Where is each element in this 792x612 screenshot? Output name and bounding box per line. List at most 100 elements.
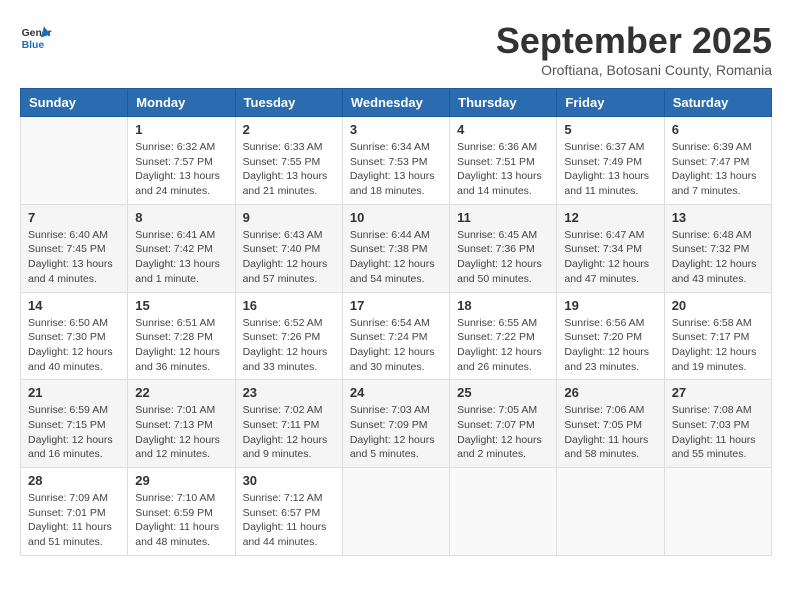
- day-info: Sunrise: 6:36 AMSunset: 7:51 PMDaylight:…: [457, 140, 549, 199]
- day-number: 7: [28, 210, 120, 225]
- table-row: [664, 468, 771, 556]
- day-number: 6: [672, 122, 764, 137]
- day-info: Sunrise: 6:59 AMSunset: 7:15 PMDaylight:…: [28, 403, 120, 462]
- calendar-header-row: Sunday Monday Tuesday Wednesday Thursday…: [21, 89, 772, 117]
- table-row: 11 Sunrise: 6:45 AMSunset: 7:36 PMDayligh…: [450, 204, 557, 292]
- day-number: 2: [243, 122, 335, 137]
- day-number: 4: [457, 122, 549, 137]
- table-row: 16 Sunrise: 6:52 AMSunset: 7:26 PMDayligh…: [235, 292, 342, 380]
- table-row: 25 Sunrise: 7:05 AMSunset: 7:07 PMDayligh…: [450, 380, 557, 468]
- day-number: 11: [457, 210, 549, 225]
- day-info: Sunrise: 6:45 AMSunset: 7:36 PMDaylight:…: [457, 228, 549, 287]
- calendar-week-row: 28 Sunrise: 7:09 AMSunset: 7:01 PMDayligh…: [21, 468, 772, 556]
- day-number: 15: [135, 298, 227, 313]
- col-thursday: Thursday: [450, 89, 557, 117]
- day-info: Sunrise: 6:54 AMSunset: 7:24 PMDaylight:…: [350, 316, 442, 375]
- day-info: Sunrise: 6:32 AMSunset: 7:57 PMDaylight:…: [135, 140, 227, 199]
- table-row: 7Sunrise: 6:40 AMSunset: 7:45 PMDaylight…: [21, 204, 128, 292]
- title-section: September 2025 Oroftiana, Botosani Count…: [496, 20, 772, 78]
- logo-icon: General Blue: [20, 20, 52, 52]
- day-number: 1: [135, 122, 227, 137]
- day-info: Sunrise: 7:08 AMSunset: 7:03 PMDaylight:…: [672, 403, 764, 462]
- col-monday: Monday: [128, 89, 235, 117]
- day-info: Sunrise: 6:47 AMSunset: 7:34 PMDaylight:…: [564, 228, 656, 287]
- day-number: 25: [457, 385, 549, 400]
- col-sunday: Sunday: [21, 89, 128, 117]
- table-row: 8 Sunrise: 6:41 AMSunset: 7:42 PMDaylight…: [128, 204, 235, 292]
- table-row: 27Sunrise: 7:08 AMSunset: 7:03 PMDayligh…: [664, 380, 771, 468]
- day-number: 19: [564, 298, 656, 313]
- calendar-week-row: 14 Sunrise: 6:50 AMSunset: 7:30 PMDayligh…: [21, 292, 772, 380]
- calendar-table: Sunday Monday Tuesday Wednesday Thursday…: [20, 88, 772, 556]
- table-row: 23Sunrise: 7:02 AMSunset: 7:11 PMDayligh…: [235, 380, 342, 468]
- day-info: Sunrise: 7:02 AMSunset: 7:11 PMDaylight:…: [243, 403, 335, 462]
- table-row: 26Sunrise: 7:06 AMSunset: 7:05 PMDayligh…: [557, 380, 664, 468]
- day-number: 8: [135, 210, 227, 225]
- table-row: 17 Sunrise: 6:54 AMSunset: 7:24 PMDayligh…: [342, 292, 449, 380]
- day-number: 18: [457, 298, 549, 313]
- day-number: 14: [28, 298, 120, 313]
- table-row: 28 Sunrise: 7:09 AMSunset: 7:01 PMDayligh…: [21, 468, 128, 556]
- day-info: Sunrise: 6:52 AMSunset: 7:26 PMDaylight:…: [243, 316, 335, 375]
- table-row: 10 Sunrise: 6:44 AMSunset: 7:38 PMDayligh…: [342, 204, 449, 292]
- table-row: 22Sunrise: 7:01 AMSunset: 7:13 PMDayligh…: [128, 380, 235, 468]
- day-info: Sunrise: 7:03 AMSunset: 7:09 PMDaylight:…: [350, 403, 442, 462]
- page-header: General Blue September 2025 Oroftiana, B…: [20, 20, 772, 78]
- day-info: Sunrise: 7:10 AMSunset: 6:59 PMDaylight:…: [135, 491, 227, 550]
- col-friday: Friday: [557, 89, 664, 117]
- table-row: 13 Sunrise: 6:48 AMSunset: 7:32 PMDayligh…: [664, 204, 771, 292]
- day-info: Sunrise: 6:51 AMSunset: 7:28 PMDaylight:…: [135, 316, 227, 375]
- day-info: Sunrise: 7:05 AMSunset: 7:07 PMDaylight:…: [457, 403, 549, 462]
- day-info: Sunrise: 6:58 AMSunset: 7:17 PMDaylight:…: [672, 316, 764, 375]
- calendar-week-row: 1 Sunrise: 6:32 AMSunset: 7:57 PMDaylight…: [21, 117, 772, 205]
- col-wednesday: Wednesday: [342, 89, 449, 117]
- table-row: [21, 117, 128, 205]
- day-info: Sunrise: 7:01 AMSunset: 7:13 PMDaylight:…: [135, 403, 227, 462]
- table-row: 19 Sunrise: 6:56 AMSunset: 7:20 PMDayligh…: [557, 292, 664, 380]
- day-info: Sunrise: 6:33 AMSunset: 7:55 PMDaylight:…: [243, 140, 335, 199]
- day-number: 21: [28, 385, 120, 400]
- day-number: 26: [564, 385, 656, 400]
- table-row: 3 Sunrise: 6:34 AMSunset: 7:53 PMDaylight…: [342, 117, 449, 205]
- table-row: 5 Sunrise: 6:37 AMSunset: 7:49 PMDaylight…: [557, 117, 664, 205]
- day-number: 13: [672, 210, 764, 225]
- table-row: 18Sunrise: 6:55 AMSunset: 7:22 PMDayligh…: [450, 292, 557, 380]
- day-number: 29: [135, 473, 227, 488]
- day-number: 9: [243, 210, 335, 225]
- day-info: Sunrise: 6:37 AMSunset: 7:49 PMDaylight:…: [564, 140, 656, 199]
- table-row: 6Sunrise: 6:39 AMSunset: 7:47 PMDaylight…: [664, 117, 771, 205]
- table-row: [342, 468, 449, 556]
- day-info: Sunrise: 6:56 AMSunset: 7:20 PMDaylight:…: [564, 316, 656, 375]
- day-number: 30: [243, 473, 335, 488]
- day-number: 5: [564, 122, 656, 137]
- logo: General Blue: [20, 20, 52, 52]
- table-row: 21 Sunrise: 6:59 AMSunset: 7:15 PMDayligh…: [21, 380, 128, 468]
- calendar-week-row: 7Sunrise: 6:40 AMSunset: 7:45 PMDaylight…: [21, 204, 772, 292]
- table-row: 14 Sunrise: 6:50 AMSunset: 7:30 PMDayligh…: [21, 292, 128, 380]
- day-info: Sunrise: 7:09 AMSunset: 7:01 PMDaylight:…: [28, 491, 120, 550]
- table-row: [450, 468, 557, 556]
- day-info: Sunrise: 6:44 AMSunset: 7:38 PMDaylight:…: [350, 228, 442, 287]
- col-saturday: Saturday: [664, 89, 771, 117]
- day-info: Sunrise: 6:50 AMSunset: 7:30 PMDaylight:…: [28, 316, 120, 375]
- day-number: 17: [350, 298, 442, 313]
- day-info: Sunrise: 6:34 AMSunset: 7:53 PMDaylight:…: [350, 140, 442, 199]
- day-info: Sunrise: 6:43 AMSunset: 7:40 PMDaylight:…: [243, 228, 335, 287]
- day-number: 12: [564, 210, 656, 225]
- col-tuesday: Tuesday: [235, 89, 342, 117]
- day-number: 3: [350, 122, 442, 137]
- table-row: 20Sunrise: 6:58 AMSunset: 7:17 PMDayligh…: [664, 292, 771, 380]
- day-number: 16: [243, 298, 335, 313]
- day-info: Sunrise: 6:48 AMSunset: 7:32 PMDaylight:…: [672, 228, 764, 287]
- day-info: Sunrise: 6:41 AMSunset: 7:42 PMDaylight:…: [135, 228, 227, 287]
- table-row: 30 Sunrise: 7:12 AMSunset: 6:57 PMDayligh…: [235, 468, 342, 556]
- table-row: 15 Sunrise: 6:51 AMSunset: 7:28 PMDayligh…: [128, 292, 235, 380]
- day-number: 28: [28, 473, 120, 488]
- calendar-week-row: 21 Sunrise: 6:59 AMSunset: 7:15 PMDayligh…: [21, 380, 772, 468]
- day-number: 10: [350, 210, 442, 225]
- table-row: 12 Sunrise: 6:47 AMSunset: 7:34 PMDayligh…: [557, 204, 664, 292]
- svg-text:Blue: Blue: [22, 40, 45, 51]
- month-title: September 2025: [496, 20, 772, 62]
- day-info: Sunrise: 7:12 AMSunset: 6:57 PMDaylight:…: [243, 491, 335, 550]
- table-row: 24Sunrise: 7:03 AMSunset: 7:09 PMDayligh…: [342, 380, 449, 468]
